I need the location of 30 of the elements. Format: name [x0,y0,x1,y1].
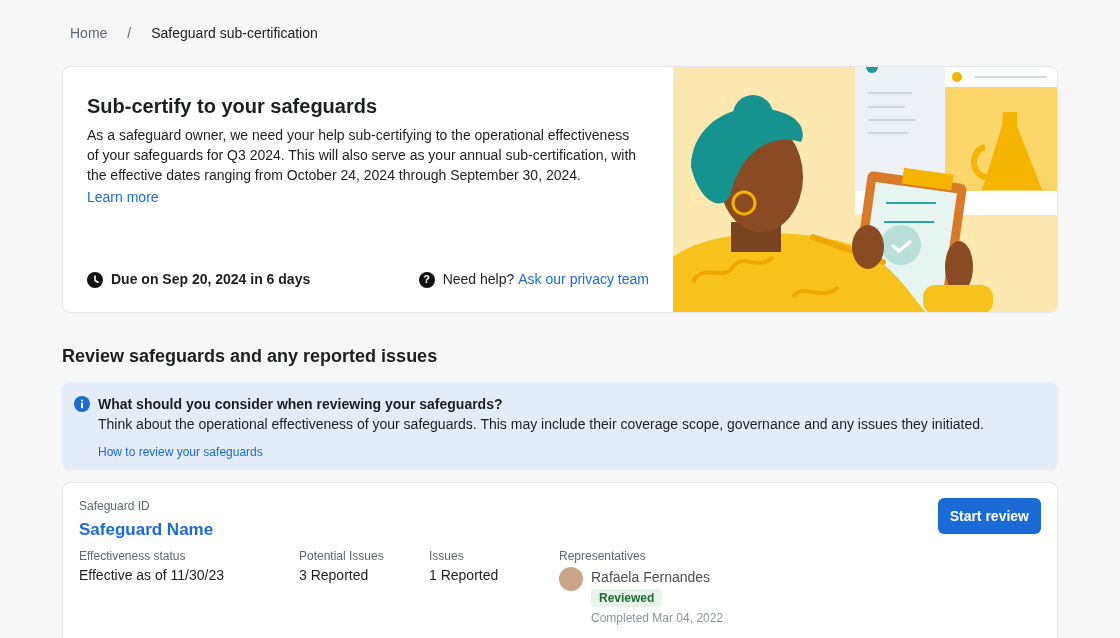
breadcrumb-link[interactable]: Home [70,22,108,44]
field-label: Potential Issues [299,547,385,565]
avatar [559,566,583,591]
hero-description: As a safeguard owner, we need your help sub-certifying to the operational effectiveness of your safeguards for Q3 2024. This will also serve as your annual sub-certification, with the effective dates ranging from October 24, 2024 through September 30, 2024. [87,126,638,185]
info-title: What should you consider when reviewing your safeguards? [98,395,504,414]
breadcrumb-separator: / [127,23,132,43]
field-label: Issues [429,547,465,565]
info-text: Think about the operational effectiveness of your safeguards. This may include their coverage scope, governance and any issues they initiated. [98,415,984,434]
field-value: 3 Reported [299,565,370,585]
privacy-team-link[interactable]: Ask our privacy team [518,269,649,290]
learn-more-link[interactable]: Learn more [87,189,159,205]
review-status-tag: Reviewed [591,588,663,607]
hero-title: Sub-certify to your safeguards [87,94,379,119]
field-label: Effectiveness status [79,547,187,565]
due-date: Due on Sep 20, 2024 in 6 days [111,270,311,289]
review-guide-link[interactable]: How to review your safeguards [98,443,984,461]
representative-name: Rafaela Fernandes [591,567,711,587]
info-icon [74,396,90,412]
start-review-button[interactable]: Start review [937,498,1041,534]
section-heading: Review safeguards and any reported issues [62,345,439,368]
safeguard-name-link[interactable]: Safeguard Name [79,517,214,543]
breadcrumb-link[interactable]: Safeguard sub-certification [151,22,318,44]
field-value: 1 Reported [429,565,500,585]
help-icon: ? [418,271,435,288]
field-value: Effective as of 11/30/23 [79,565,226,585]
clock-icon [87,271,103,288]
help-label: Need help? [442,270,515,289]
field-label: Representatives [559,547,647,565]
safeguard-id-label: Safeguard ID [79,498,151,515]
completed-date: Completed Mar 04, 2022 [591,609,724,626]
